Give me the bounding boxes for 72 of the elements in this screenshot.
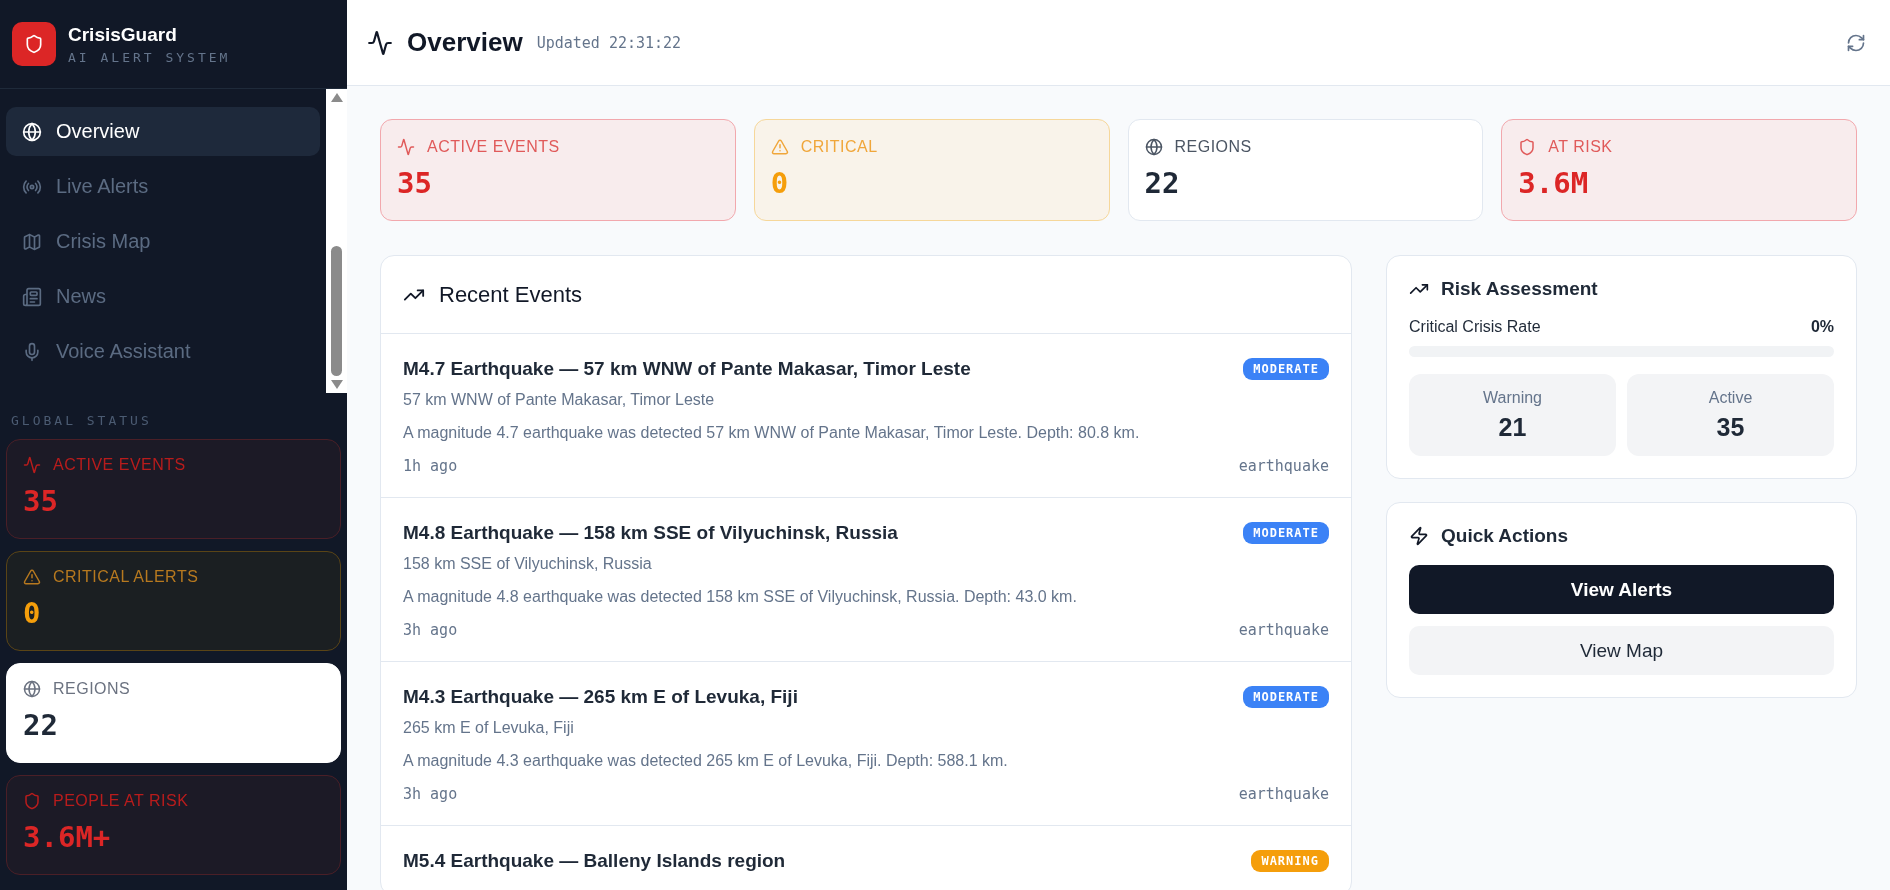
- event-description: A magnitude 4.8 earthquake was detected 158 km SSE of Vilyuchinsk, Russia. Depth: 43.0 km.: [403, 588, 1078, 606]
- card-title: Recent Events: [439, 281, 583, 308]
- event-category: earthquake: [1238, 457, 1329, 475]
- status-label: ACTIVE EVENTS: [53, 456, 186, 474]
- event-title: M5.4 Earthquake — Balleny Islands region: [403, 850, 786, 872]
- event-time: 1h ago: [403, 457, 458, 475]
- metric-value: 21: [1498, 412, 1527, 442]
- rate-value: 0%: [1810, 318, 1834, 336]
- pulse-icon: [23, 456, 41, 474]
- card-title: Quick Actions: [1441, 525, 1569, 547]
- activity-icon: [367, 29, 393, 56]
- metric-value: 35: [1716, 412, 1745, 442]
- metric-label: Warning: [1483, 388, 1542, 407]
- section-heading: GLOBAL STATUS: [10, 412, 153, 430]
- shield-icon: [1518, 138, 1537, 156]
- event-description: A magnitude 4.7 earthquake was detected 57 km WNW of Pante Makasar, Timor Leste. Depth: 80.8 km.: [403, 424, 1141, 442]
- app-tagline: AI ALERT SYSTEM: [68, 49, 231, 65]
- status-label: PEOPLE AT RISK: [53, 792, 189, 810]
- pulse-icon: [397, 138, 415, 156]
- stat-label: ACTIVE EVENTS: [427, 138, 560, 156]
- globe-icon: [22, 121, 42, 142]
- nav-item[interactable]: Overview: [6, 107, 320, 156]
- status-value: 0: [23, 596, 42, 630]
- refresh-icon[interactable]: [1846, 32, 1866, 53]
- status-label: REGIONS: [53, 680, 131, 698]
- event-item[interactable]: M5.4 Earthquake — Balleny Islands region WARNING: [381, 826, 1351, 890]
- stat-label: REGIONS: [1174, 138, 1252, 156]
- lightning-icon: [1409, 526, 1429, 546]
- stat-label: CRITICAL: [800, 138, 878, 156]
- event-item[interactable]: M4.3 Earthquake — 265 km E of Levuka, Fiji MODERATE 265 km E of Levuka, Fiji A magnitude 4.3 earthquake was detected 265 km E of Levuka, Fiji. Depth: 588.1 km. 3h ago earthquake: [381, 662, 1351, 826]
- event-description: A magnitude 4.3 earthquake was detected 265 km E of Levuka, Fiji. Depth: 588.1 km.: [403, 752, 1009, 770]
- globe-icon: [1144, 138, 1163, 156]
- event-time: 3h ago: [403, 785, 458, 803]
- map-icon: [22, 231, 42, 252]
- warning-icon: [770, 138, 789, 156]
- status-value: 3.6M+: [23, 820, 112, 854]
- newspaper-icon: [22, 286, 42, 307]
- action-button[interactable]: View Map: [1409, 626, 1834, 675]
- status-value: 22: [23, 708, 59, 742]
- severity-badge: MODERATE: [1243, 522, 1329, 544]
- event-title: M4.3 Earthquake — 265 km E of Levuka, Fiji: [403, 686, 798, 708]
- stat-value: 3.6M: [1518, 166, 1590, 200]
- stat-value: 0: [770, 166, 790, 200]
- severity-badge: MODERATE: [1243, 358, 1329, 380]
- stat-value: 35: [397, 166, 433, 200]
- status-label: CRITICAL ALERTS: [53, 568, 199, 586]
- updated-time: Updated 22:31:22: [536, 33, 682, 52]
- app-name: CrisisGuard: [68, 23, 178, 46]
- globe-icon: [23, 680, 41, 698]
- action-button[interactable]: View Alerts: [1409, 565, 1834, 614]
- event-location: 57 km WNW of Pante Makasar, Timor Leste: [403, 391, 716, 409]
- status-value: 35: [23, 484, 59, 518]
- microphone-icon: [22, 341, 42, 362]
- severity-badge: MODERATE: [1243, 686, 1329, 708]
- rate-label: Critical Crisis Rate: [1409, 318, 1541, 336]
- event-location: 265 km E of Levuka, Fiji: [403, 719, 575, 737]
- warning-icon: [23, 568, 41, 586]
- event-category: earthquake: [1238, 621, 1329, 639]
- event-location: 158 km SSE of Vilyuchinsk, Russia: [403, 555, 653, 573]
- event-category: earthquake: [1238, 785, 1329, 803]
- page-title: Overview: [407, 27, 523, 58]
- stat-label: AT RISK: [1548, 138, 1613, 156]
- severity-badge: WARNING: [1251, 850, 1329, 872]
- event-title: M4.7 Earthquake — 57 km WNW of Pante Makasar, Timor Leste: [403, 358, 971, 380]
- shield-logo-icon: [12, 22, 56, 66]
- card-title: Risk Assessment: [1441, 278, 1598, 300]
- scrollbar[interactable]: [326, 89, 347, 393]
- metric-label: Active: [1708, 388, 1753, 407]
- event-time: 3h ago: [403, 621, 458, 639]
- shield-icon: [23, 792, 41, 810]
- event-title: M4.8 Earthquake — 158 km SSE of Vilyuchinsk, Russia: [403, 522, 898, 544]
- stat-value: 22: [1144, 166, 1181, 200]
